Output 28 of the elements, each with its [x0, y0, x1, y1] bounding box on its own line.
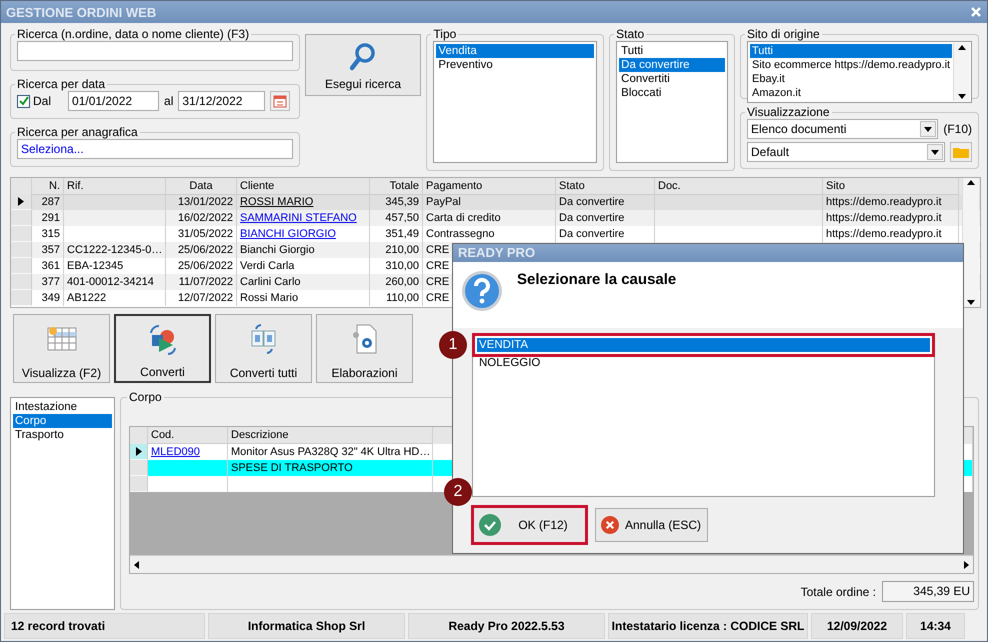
- table-cell: Rossi Mario: [237, 290, 370, 306]
- dialog-title: READY PRO: [453, 244, 963, 262]
- step-badge: 1: [439, 331, 467, 359]
- total-field: 345,39 EU: [882, 581, 974, 602]
- window-title: GESTIONE ORDINI WEB: [6, 4, 156, 20]
- shortcut-label: (F10): [943, 122, 972, 136]
- group-label: Ricerca per data: [16, 77, 106, 91]
- group-label: Ricerca per anagrafica: [16, 125, 139, 139]
- status-text: Ready Pro 2022.5.53: [408, 613, 605, 639]
- group-label: Ricerca (n.ordine, data o nome cliente) (F3): [16, 27, 250, 41]
- table-cell: AB1222: [64, 290, 166, 306]
- total-label: Totale ordine :: [800, 584, 876, 598]
- group-label: Visualizzazione: [746, 105, 830, 119]
- status-text: 12 record trovati: [4, 613, 205, 639]
- group-label: Sito di origine: [746, 27, 821, 41]
- table-cell: 12/07/2022: [166, 290, 237, 306]
- group-label: Corpo: [128, 390, 163, 404]
- group-label: Stato: [615, 27, 646, 41]
- status-text: 12/09/2022: [811, 613, 903, 639]
- status-text: Informatica Shop Srl: [208, 613, 405, 639]
- table-cell: 349: [32, 290, 64, 306]
- step-badge: 2: [444, 478, 472, 506]
- table-cell: 110,00: [370, 290, 423, 306]
- to-label: al: [164, 94, 174, 108]
- checkbox-label: Dal: [33, 94, 52, 108]
- status-text: 14:34: [906, 613, 965, 639]
- status-text: Intestatario licenza : CODICE SRL: [608, 613, 808, 639]
- group-label: Tipo: [432, 27, 458, 41]
